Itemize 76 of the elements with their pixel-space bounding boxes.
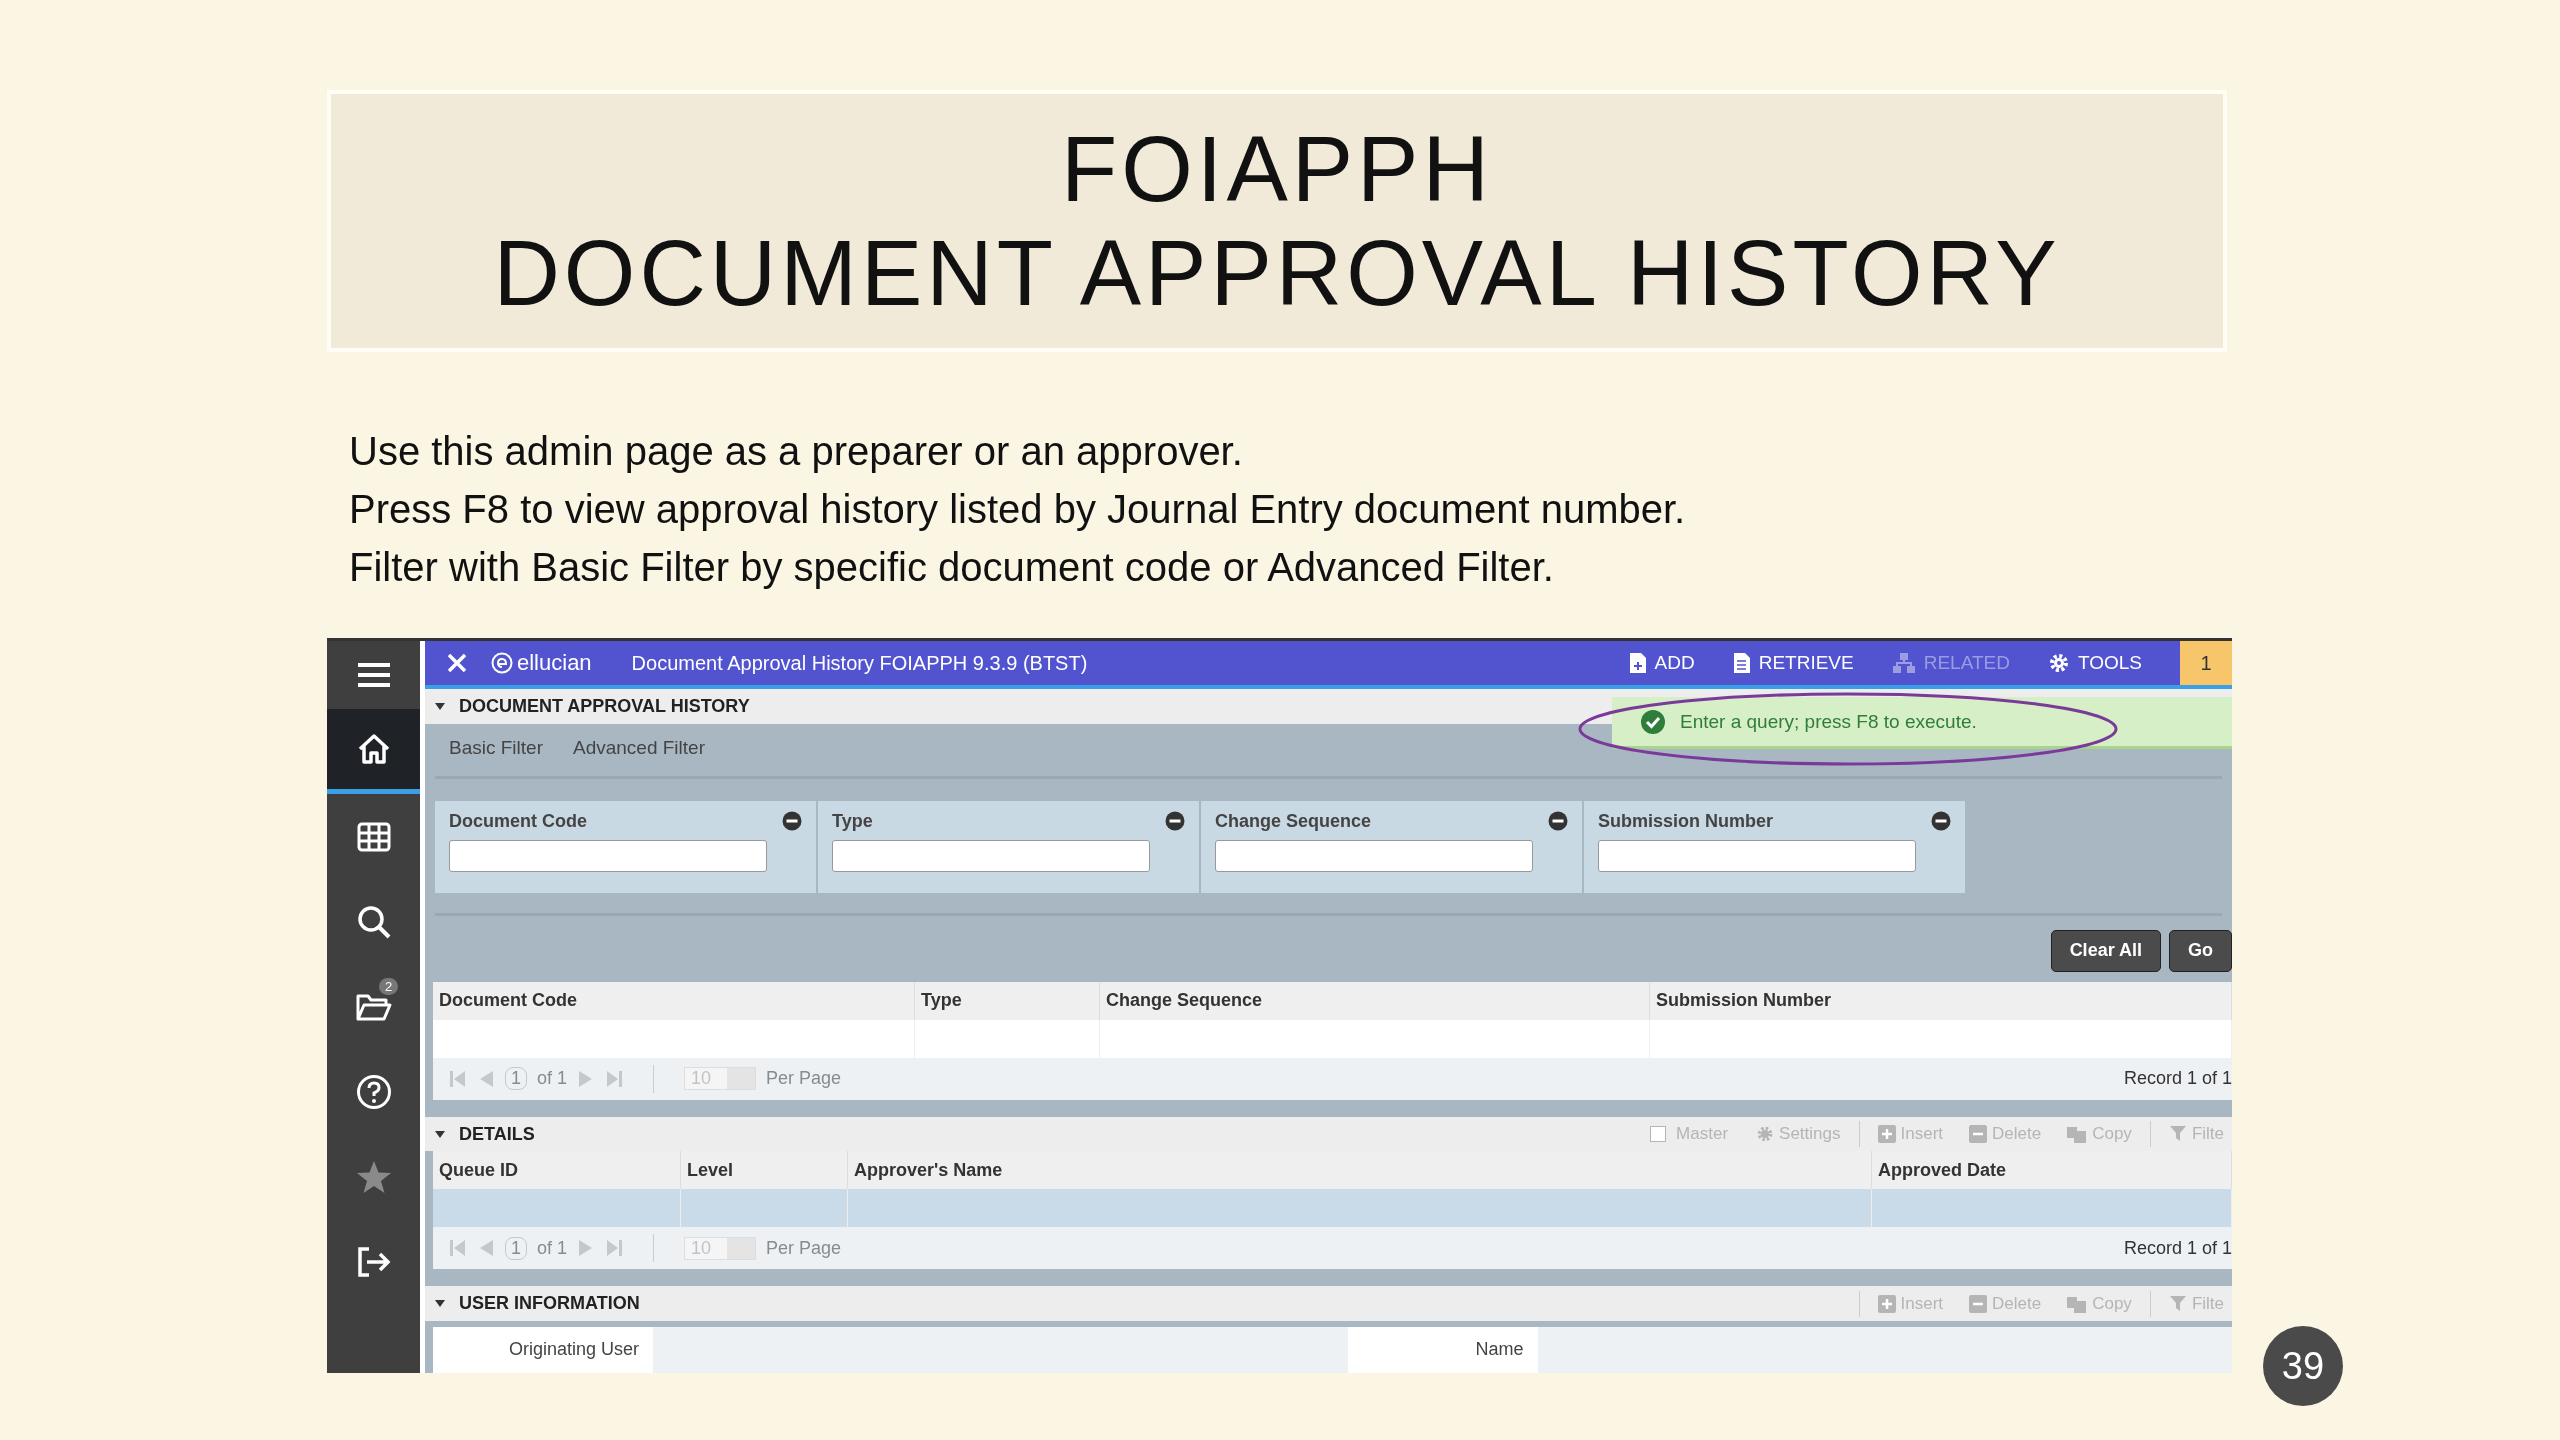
toolbar-button[interactable]: TOOLS: [2047, 652, 2142, 675]
home-icon: [356, 733, 391, 765]
field-label: Submission Number: [1598, 810, 1774, 832]
document-plus-icon: [1628, 652, 1647, 675]
settings-icon: [1756, 1125, 1775, 1144]
settings-icon: [2047, 652, 2070, 675]
field-label: Name: [1347, 1326, 1538, 1373]
per-page-label: Per Page: [766, 1068, 842, 1090]
page-count: of 1: [537, 1068, 568, 1090]
filter-icon: [2168, 1125, 2187, 1144]
record-count: Record 1 of 1: [2123, 1068, 2232, 1090]
sidebar-item[interactable]: 2: [327, 964, 420, 1049]
close-icon[interactable]: [447, 653, 467, 674]
filter-tab[interactable]: Basic Filter: [449, 733, 543, 767]
remove-icon[interactable]: [1165, 811, 1185, 832]
help-icon: [355, 1073, 392, 1110]
notification-count[interactable]: 1: [2180, 641, 2232, 686]
toolbar-button[interactable]: ADD: [1628, 652, 1695, 675]
record-count: Record 1 of 1: [2123, 1237, 2232, 1259]
check-circle-icon: [1640, 708, 1666, 735]
input-field[interactable]: [1215, 839, 1533, 872]
minus-square-icon: [1969, 1125, 1988, 1144]
logo-icon: [491, 652, 513, 675]
page-count: of 1: [537, 1237, 568, 1259]
per-page-label: Per Page: [766, 1237, 842, 1259]
field-label: Document Code: [449, 810, 587, 832]
body-text: Filter with Basic Filter by specific document code or Advanced Filter.: [349, 544, 1555, 591]
page-number-field[interactable]: 1: [505, 1067, 527, 1091]
remove-icon[interactable]: [1548, 811, 1568, 832]
copy-icon: [2067, 1294, 2088, 1313]
input-field[interactable]: [449, 839, 767, 872]
document-icon: [1732, 652, 1751, 675]
filter-icon: [2168, 1294, 2187, 1313]
toolbar-button[interactable]: RETRIEVE: [1732, 652, 1854, 675]
menu-icon: [357, 662, 390, 688]
grid-icon: [356, 821, 391, 852]
field-label: Change Sequence: [1215, 810, 1372, 832]
section-title: USER INFORMATION: [459, 1293, 640, 1315]
input-field[interactable]: [1598, 839, 1916, 872]
field-label: Type: [832, 810, 873, 832]
input-field[interactable]: [832, 839, 1150, 872]
message-text: Enter a query; press F8 to execute.: [1680, 710, 1977, 733]
caret-icon[interactable]: [435, 1300, 445, 1308]
column-header[interactable]: Submission Number: [1650, 981, 2232, 1020]
brand-logo: ellucian: [491, 650, 592, 677]
master-checkbox[interactable]: [1650, 1126, 1667, 1143]
action-button[interactable]: Go: [2169, 929, 2232, 972]
remove-icon[interactable]: [782, 811, 802, 832]
page-number-field[interactable]: 1: [505, 1236, 527, 1260]
copy-icon: [2067, 1125, 2088, 1144]
page-title: Document Approval History FOIAPPH 9.3.9 (BTST): [631, 651, 1088, 675]
caret-icon[interactable]: [435, 1130, 445, 1138]
caret-icon[interactable]: [435, 702, 445, 710]
star-icon: [355, 1159, 392, 1194]
body-text: Press F8 to view approval history listed by Journal Entry document number.: [349, 486, 1686, 533]
filter-tab[interactable]: Advanced Filter: [572, 733, 705, 767]
section-title: DOCUMENT APPROVAL HISTORY: [459, 695, 750, 717]
count-badge: 2: [379, 978, 399, 995]
section-title: DETAILS: [459, 1123, 535, 1145]
hierarchy-icon: [1891, 652, 1916, 675]
remove-icon[interactable]: [1931, 811, 1951, 832]
body-text: Use this admin page as a preparer or an approver.: [349, 428, 1244, 475]
slide-title: DOCUMENT APPROVAL HISTORY: [493, 221, 2061, 325]
sidebar-item[interactable]: [327, 709, 420, 794]
column-header[interactable]: Change Sequence: [1100, 981, 1650, 1020]
slide-number: 39: [2263, 1326, 2343, 1406]
search-icon: [356, 904, 391, 939]
field-label: Originating User: [433, 1326, 653, 1373]
plus-square-icon: [1877, 1125, 1896, 1144]
column-header[interactable]: Type: [915, 981, 1100, 1020]
column-header[interactable]: Document Code: [433, 981, 915, 1020]
master-label: Master: [1676, 1124, 1729, 1145]
plus-square-icon: [1877, 1294, 1896, 1313]
action-button[interactable]: Clear All: [2050, 929, 2161, 972]
minus-square-icon: [1969, 1294, 1988, 1313]
slide-title: FOIAPPH: [1061, 117, 1493, 221]
